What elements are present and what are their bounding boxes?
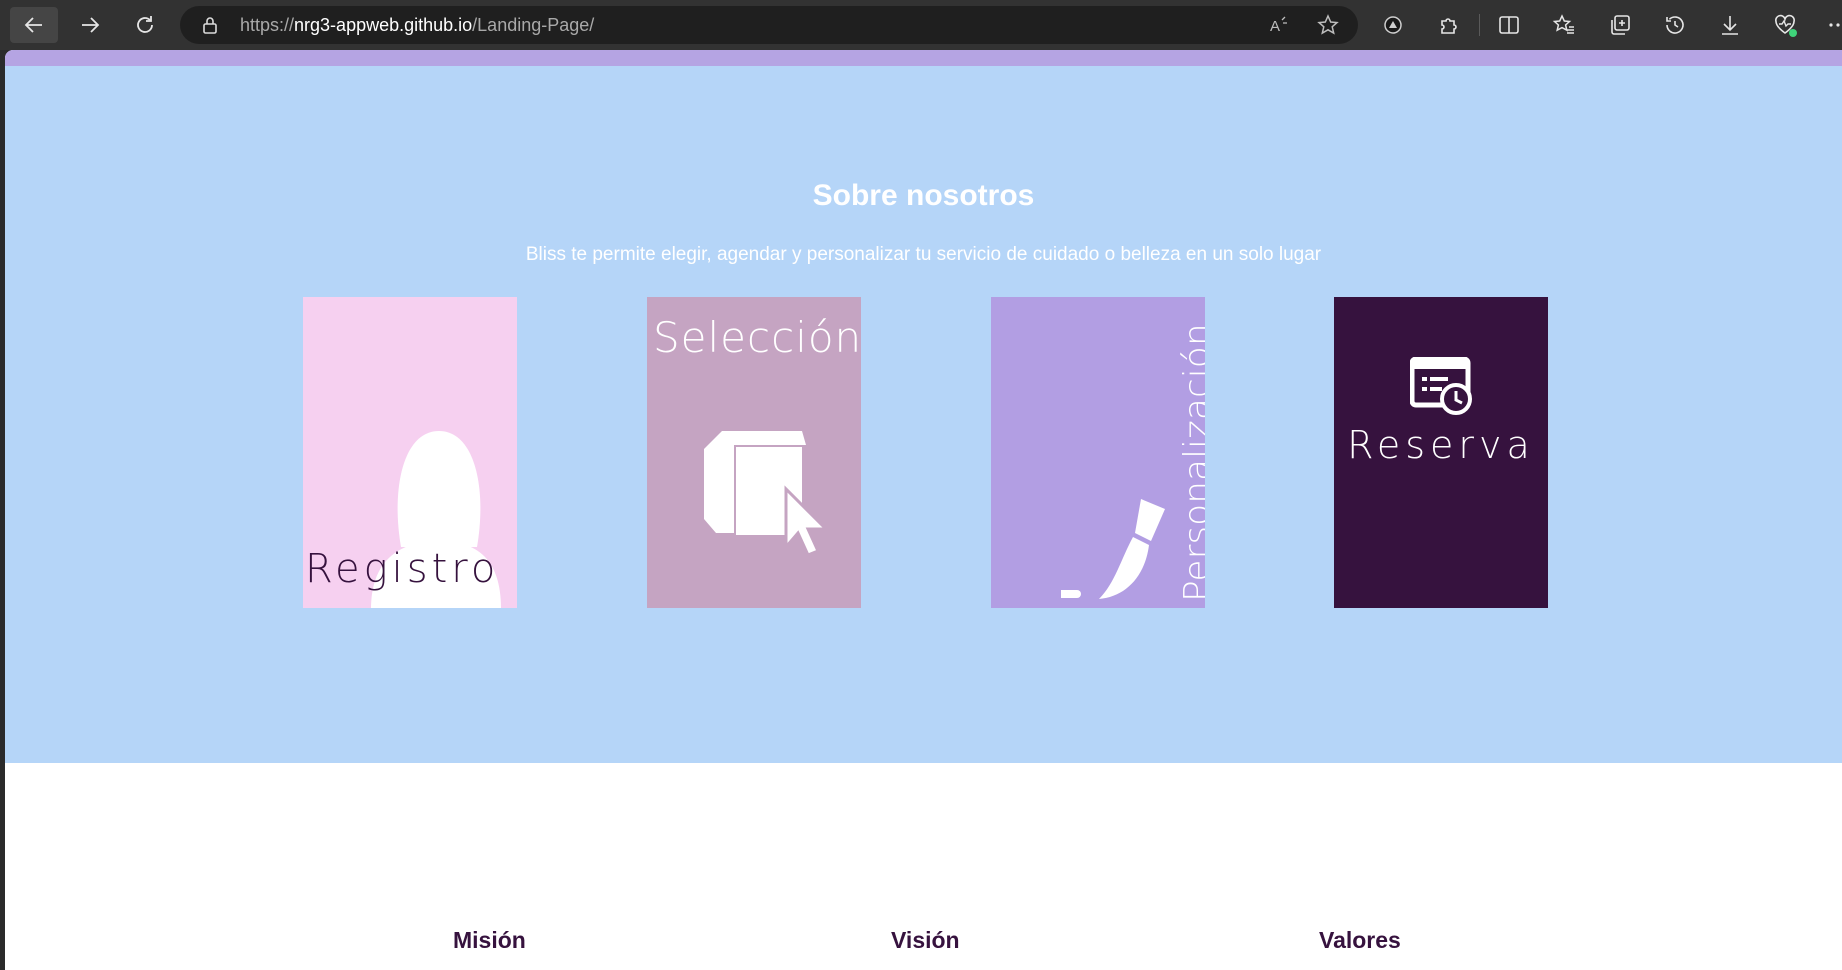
extension-icon[interactable] [1381, 13, 1405, 37]
card-label-registro: Registro [305, 546, 500, 592]
svg-text:A: A [1270, 18, 1280, 35]
refresh-icon [137, 16, 153, 33]
favorites-icon[interactable] [1552, 13, 1576, 37]
box-cursor-icon [704, 431, 830, 557]
download-icon[interactable] [1718, 13, 1742, 37]
split-screen-icon[interactable] [1497, 13, 1521, 37]
browser-toolbar: https://nrg3-appweb.github.io/Landing-Pa… [0, 0, 1842, 50]
more-icon[interactable] [1826, 13, 1842, 37]
toolbar-separator [1479, 14, 1480, 36]
card-reserva[interactable]: Reserva [1334, 297, 1548, 608]
paintbrush-icon [1061, 499, 1165, 599]
heading-vision: Visión [891, 927, 960, 953]
lock-icon [203, 17, 217, 34]
header-strip [5, 50, 1842, 66]
url-text: https://nrg3-appweb.github.io/Landing-Pa… [240, 15, 595, 35]
card-label-seleccion: Selección [653, 313, 861, 362]
about-description: Bliss te permite elegir, agendar y perso… [525, 244, 1322, 265]
heading-mision: Misión [453, 927, 526, 953]
back-button[interactable] [10, 7, 58, 43]
page-viewport: Sobre nosotros Bliss te permite elegir, … [5, 50, 1842, 970]
card-label-reserva: Reserva [1347, 423, 1535, 467]
read-aloud-icon[interactable]: A [1268, 14, 1290, 36]
forward-button[interactable] [66, 7, 114, 43]
status-badge [1789, 29, 1797, 37]
card-personalizacion[interactable]: Personalización [991, 297, 1205, 608]
favorite-star-icon[interactable] [1317, 14, 1339, 36]
calendar-clock-icon [1410, 357, 1472, 415]
back-icon [24, 17, 42, 33]
address-bar[interactable]: https://nrg3-appweb.github.io/Landing-Pa… [180, 6, 1358, 44]
about-section: Sobre nosotros Bliss te permite elegir, … [5, 66, 1842, 763]
history-icon[interactable] [1663, 13, 1687, 37]
refresh-button[interactable] [121, 7, 169, 43]
collections-icon[interactable] [1608, 13, 1632, 37]
card-label-personalizacion: Personalización [1177, 323, 1205, 602]
card-registro[interactable]: Registro [303, 297, 517, 608]
puzzle-icon[interactable] [1437, 13, 1461, 37]
about-title: Sobre nosotros [812, 179, 1035, 212]
heading-valores: Valores [1319, 927, 1401, 953]
card-seleccion[interactable]: Selección [647, 297, 861, 608]
forward-icon [82, 17, 100, 33]
